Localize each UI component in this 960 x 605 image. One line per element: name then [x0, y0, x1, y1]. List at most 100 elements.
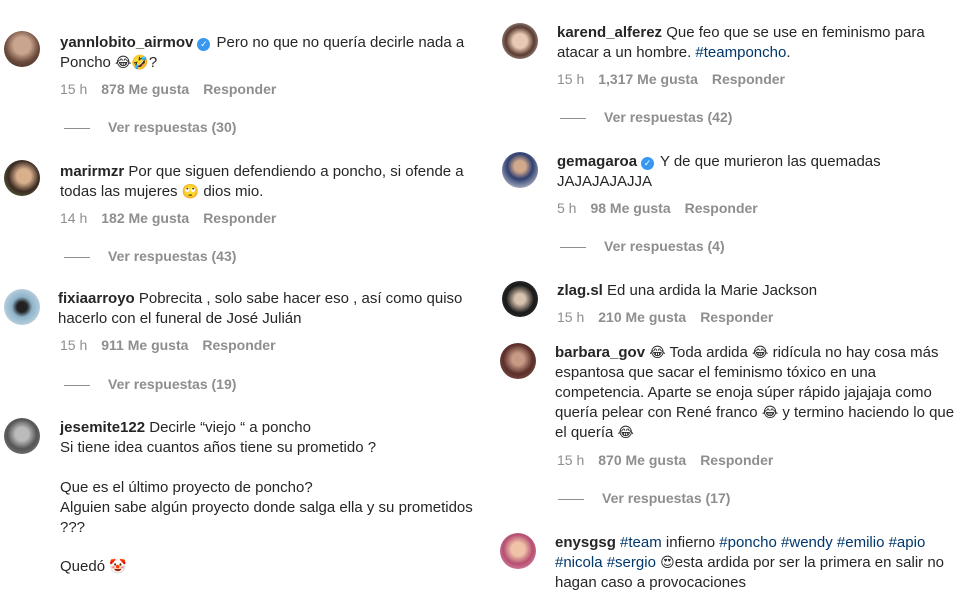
heart-eyes-emoji-icon: 😍 [660, 555, 675, 571]
comment-line: infierno [661, 534, 720, 551]
hashtag-link[interactable]: #sergio [607, 554, 656, 571]
reply-button[interactable]: Responder [202, 337, 275, 353]
hashtag-link[interactable]: #poncho [719, 534, 777, 551]
comment-text: karend_alferez Que feo que se use en fem… [557, 23, 957, 63]
comment-line: espantosa que sacar el feminismo tóxico … [555, 364, 877, 381]
avatar[interactable] [500, 533, 536, 569]
timestamp[interactable]: 15 h [60, 337, 87, 353]
view-replies-label: Ver respuestas (30) [108, 119, 237, 135]
avatar[interactable] [4, 160, 40, 196]
view-replies-button[interactable]: Ver respuestas (17) [558, 490, 730, 506]
comment-line: Quedó [60, 558, 110, 575]
likes-count[interactable]: 870 Me gusta [598, 452, 686, 468]
username[interactable]: yannlobito_airmov [60, 34, 193, 51]
username[interactable]: zlag.sl [557, 282, 603, 299]
view-replies-button[interactable]: Ver respuestas (42) [560, 109, 732, 125]
avatar[interactable] [502, 281, 538, 317]
reply-button[interactable]: Responder [203, 81, 276, 97]
reply-button[interactable]: Responder [203, 210, 276, 226]
username[interactable]: marirmzr [60, 163, 124, 180]
comment-text: enysgsg #team infierno #poncho #wendy #e… [555, 533, 960, 593]
username[interactable]: karend_alferez [557, 24, 662, 41]
timestamp[interactable]: 14 h [60, 210, 87, 226]
hashtag-link[interactable]: #nicola [555, 554, 603, 571]
timestamp[interactable]: 15 h [557, 452, 584, 468]
comment-body: Ed una ardida la Marie Jackson [602, 282, 818, 299]
verified-badge-icon: ✓ [197, 38, 211, 51]
comment-text: gemagaroa ✓ Y de que murieron las quemada… [557, 152, 957, 192]
view-replies-label: Ver respuestas (42) [604, 109, 733, 125]
likes-count[interactable]: 878 Me gusta [101, 81, 189, 97]
view-replies-label: Ver respuestas (4) [604, 238, 725, 254]
comment-item: zlag.sl Ed una ardida la Marie Jackson 1… [502, 281, 960, 331]
comment-item: marirmzr Por que siguen defendiendo a po… [4, 160, 490, 270]
view-replies-button[interactable]: Ver respuestas (4) [560, 238, 725, 254]
likes-count[interactable]: 1,317 Me gusta [598, 71, 698, 87]
comment-line: Toda ardida [665, 344, 753, 361]
divider [64, 127, 90, 129]
likes-count[interactable]: 182 Me gusta [101, 210, 189, 226]
comment-meta: 14 h 182 Me gusta Responder [60, 210, 290, 226]
comment-tail: . [786, 44, 791, 61]
username[interactable]: fixiaarroyo [58, 290, 135, 307]
divider [64, 384, 90, 386]
view-replies-label: Ver respuestas (19) [108, 376, 237, 392]
hashtag-link[interactable]: #wendy [781, 534, 833, 551]
divider [64, 256, 90, 258]
comment-item: yannlobito_airmov ✓ Pero no que no quería… [4, 31, 490, 141]
comment-meta: 15 h 210 Me gusta Responder [557, 309, 787, 325]
hashtag-link[interactable]: #teamponcho [695, 44, 786, 61]
verified-badge-icon: ✓ [641, 157, 655, 170]
comment-item: gemagaroa ✓ Y de que murieron las quemada… [502, 152, 960, 262]
comment-item: fixiaarroyo Pobrecita , solo sabe hacer … [4, 289, 490, 399]
comment-meta: 15 h 1,317 Me gusta Responder [557, 71, 799, 87]
comment-text: barbara_gov 😂 Toda ardida 😂 ridícula no … [555, 343, 960, 443]
comment-meta: 5 h 98 Me gusta Responder [557, 200, 772, 216]
comment-text: jesemite122 Decirle “viejo “ a poncho Si… [60, 418, 490, 577]
avatar[interactable] [502, 152, 538, 188]
username[interactable]: enysgsg [555, 534, 616, 551]
laughing-emoji-icon: 😂 [752, 345, 769, 361]
reply-button[interactable]: Responder [712, 71, 785, 87]
timestamp[interactable]: 5 h [557, 200, 576, 216]
comment-line: y termino haciendo lo que [778, 404, 955, 421]
laughing-emoji-icon: 😂 [617, 425, 634, 441]
comment-line: esta ardida por ser la primera en salir … [674, 554, 944, 571]
username[interactable]: barbara_gov [555, 344, 645, 361]
likes-count[interactable]: 911 Me gusta [101, 337, 188, 353]
hashtag-link[interactable]: #apio [889, 534, 926, 551]
reply-button[interactable]: Responder [685, 200, 758, 216]
reply-button[interactable]: Responder [700, 452, 773, 468]
view-replies-button[interactable]: Ver respuestas (30) [64, 119, 236, 135]
likes-count[interactable]: 98 Me gusta [590, 200, 670, 216]
hashtag-link[interactable]: #team [620, 534, 662, 551]
avatar[interactable] [500, 343, 536, 379]
likes-count[interactable]: 210 Me gusta [598, 309, 686, 325]
timestamp[interactable]: 15 h [557, 71, 584, 87]
avatar[interactable] [502, 23, 538, 59]
hashtag-link[interactable]: #emilio [837, 534, 885, 551]
comment-line: Si tiene idea cuantos años tiene su prom… [60, 439, 377, 456]
comment-item: enysgsg #team infierno #poncho #wendy #e… [500, 533, 960, 605]
comment-item: jesemite122 Decirle “viejo “ a poncho Si… [4, 418, 490, 598]
comment-meta: 15 h 878 Me gusta Responder [60, 81, 290, 97]
username[interactable]: jesemite122 [60, 419, 145, 436]
comment-meta: 15 h 870 Me gusta Responder [557, 452, 787, 468]
timestamp[interactable]: 15 h [60, 81, 87, 97]
avatar[interactable] [4, 418, 40, 454]
view-replies-button[interactable]: Ver respuestas (19) [64, 376, 236, 392]
comment-item: barbara_gov 😂 Toda ardida 😂 ridícula no … [500, 343, 960, 513]
laughing-emoji-icon: 😂 [761, 405, 779, 421]
reply-button[interactable]: Responder [700, 309, 773, 325]
timestamp[interactable]: 15 h [557, 309, 584, 325]
avatar[interactable] [4, 289, 40, 325]
comment-line: Decirle “viejo “ a poncho [145, 419, 311, 436]
comment-line: Alguien sabe algún proyecto donde salga … [60, 499, 473, 536]
laughing-emoji-icon: 😂 [649, 345, 666, 361]
comment-item: karend_alferez Que feo que se use en fem… [502, 23, 960, 133]
username[interactable]: gemagaroa [557, 153, 637, 170]
comment-line: ridícula no hay cosa más [768, 344, 939, 361]
view-replies-button[interactable]: Ver respuestas (43) [64, 248, 236, 264]
avatar[interactable] [4, 31, 40, 67]
eye-roll-emoji-icon: 🙄 [181, 184, 200, 200]
